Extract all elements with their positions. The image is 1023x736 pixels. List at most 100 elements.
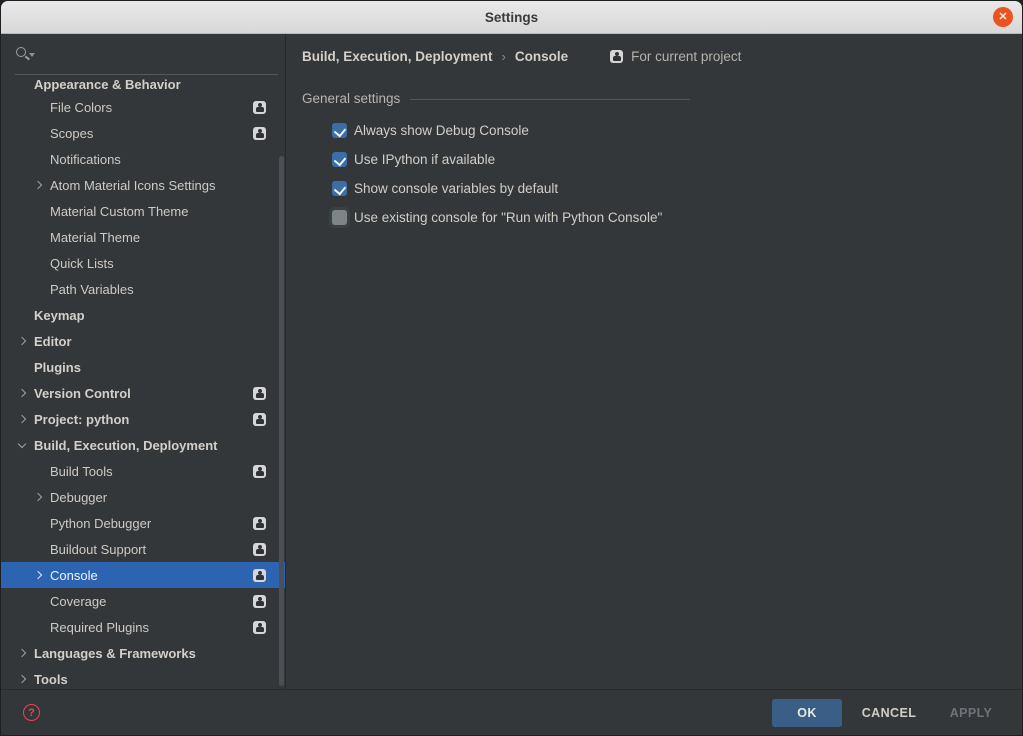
chevron-right-icon[interactable] xyxy=(34,181,42,189)
person-icon xyxy=(253,101,266,114)
checkbox-row-always-show-debug-console[interactable]: Always show Debug Console xyxy=(332,116,1022,145)
sidebar-item-label: Editor xyxy=(34,334,72,349)
sidebar-item-required-plugins[interactable]: Required Plugins xyxy=(1,614,285,640)
search-icon xyxy=(16,47,26,57)
breadcrumb-separator: › xyxy=(502,49,506,64)
sidebar-item-label: Build, Execution, Deployment xyxy=(34,438,217,453)
sidebar-item-coverage[interactable]: Coverage xyxy=(1,588,285,614)
chevron-right-icon[interactable] xyxy=(18,675,26,683)
sidebar-item-version-control[interactable]: Version Control xyxy=(1,380,285,406)
sidebar-item-debugger[interactable]: Debugger xyxy=(1,484,285,510)
section-title: General settings xyxy=(302,91,400,106)
scope-indicator: For current project xyxy=(610,49,741,64)
checkbox-checked-icon[interactable] xyxy=(332,181,347,196)
sidebar-item-material-custom-theme[interactable]: Material Custom Theme xyxy=(1,198,285,224)
sidebar-item-build-tools[interactable]: Build Tools xyxy=(1,458,285,484)
settings-tree: Appearance & Behavior File Colors Scopes No… xyxy=(1,77,285,692)
sidebar-item-label: Languages & Frameworks xyxy=(34,646,196,661)
sidebar-item-build-execution-deployment[interactable]: Build, Execution, Deployment xyxy=(1,432,285,458)
sidebar-item-plugins[interactable]: Plugins xyxy=(1,354,285,380)
sidebar-item-file-colors[interactable]: File Colors xyxy=(1,94,285,120)
sidebar-item-keymap[interactable]: Keymap xyxy=(1,302,285,328)
sidebar-item-label: Notifications xyxy=(50,152,121,167)
chevron-right-icon[interactable] xyxy=(18,649,26,657)
apply-button[interactable]: APPLY xyxy=(936,699,1006,727)
person-icon xyxy=(253,595,266,608)
sidebar-item-languages-frameworks[interactable]: Languages & Frameworks xyxy=(1,640,285,666)
checkbox-label: Show console variables by default xyxy=(354,181,558,196)
help-icon[interactable]: ? xyxy=(23,704,40,721)
sidebar-item-label: Atom Material Icons Settings xyxy=(50,178,215,193)
person-icon xyxy=(253,387,266,400)
sidebar-item-buildout-support[interactable]: Buildout Support xyxy=(1,536,285,562)
checkbox-unchecked-icon[interactable] xyxy=(332,210,347,225)
sidebar-item-label: Material Custom Theme xyxy=(50,204,188,219)
chevron-right-icon[interactable] xyxy=(18,415,26,423)
sidebar-item-label: Path Variables xyxy=(50,282,134,297)
person-icon xyxy=(253,621,266,634)
sidebar-item-notifications[interactable]: Notifications xyxy=(1,146,285,172)
sidebar-item-project-python[interactable]: Project: python xyxy=(1,406,285,432)
sidebar-item-label: Keymap xyxy=(34,308,85,323)
sidebar-item-material-theme[interactable]: Material Theme xyxy=(1,224,285,250)
close-icon[interactable]: ✕ xyxy=(993,7,1013,27)
sidebar-item-editor[interactable]: Editor xyxy=(1,328,285,354)
breadcrumb-current: Console xyxy=(515,49,568,64)
sidebar-item-label: Console xyxy=(50,568,98,583)
person-icon xyxy=(610,50,623,63)
sidebar-item-label: Debugger xyxy=(50,490,107,505)
sidebar-item-label: Coverage xyxy=(50,594,106,609)
sidebar-item-atom-material-icons-settings[interactable]: Atom Material Icons Settings xyxy=(1,172,285,198)
sidebar-item-quick-lists[interactable]: Quick Lists xyxy=(1,250,285,276)
checkbox-row-show-console-variables-by-default[interactable]: Show console variables by default xyxy=(332,174,1022,203)
settings-sidebar: Appearance & Behavior File Colors Scopes No… xyxy=(1,34,286,689)
checkbox-checked-icon[interactable] xyxy=(332,123,347,138)
sidebar-item-label: Plugins xyxy=(34,360,81,375)
sidebar-item-label: Material Theme xyxy=(50,230,140,245)
window-title: Settings xyxy=(485,10,538,25)
person-icon xyxy=(253,517,266,530)
search-area xyxy=(1,34,285,77)
breadcrumb-parent[interactable]: Build, Execution, Deployment xyxy=(302,49,493,64)
checkbox-checked-icon[interactable] xyxy=(332,152,347,167)
checkbox-label: Use existing console for "Run with Pytho… xyxy=(354,210,662,225)
checkbox-row-use-existing-console-for-run-with-python[interactable]: Use existing console for "Run with Pytho… xyxy=(332,203,1022,232)
checkbox-label: Always show Debug Console xyxy=(354,123,529,138)
sidebar-item-path-variables[interactable]: Path Variables xyxy=(1,276,285,302)
sidebar-item-label: File Colors xyxy=(50,100,112,115)
sidebar-scrollbar[interactable] xyxy=(279,156,284,686)
person-icon xyxy=(253,465,266,478)
sidebar-item-scopes[interactable]: Scopes xyxy=(1,120,285,146)
search-input[interactable] xyxy=(39,42,269,64)
title-bar: Settings ✕ xyxy=(1,1,1022,34)
checkbox-label: Use IPython if available xyxy=(354,152,495,167)
sidebar-item-label: Quick Lists xyxy=(50,256,114,271)
footer-bar: ? OK CANCEL APPLY xyxy=(1,689,1022,735)
chevron-right-icon[interactable] xyxy=(34,571,42,579)
sidebar-item-label: Build Tools xyxy=(50,464,113,479)
chevron-right-icon[interactable] xyxy=(34,493,42,501)
chevron-down-icon[interactable] xyxy=(18,439,26,447)
sidebar-item-label: Project: python xyxy=(34,412,129,427)
footer-buttons: OK CANCEL APPLY xyxy=(772,699,1006,727)
scope-label: For current project xyxy=(631,49,741,64)
person-icon xyxy=(253,569,266,582)
sidebar-item-label: Python Debugger xyxy=(50,516,151,531)
sidebar-item-python-debugger[interactable]: Python Debugger xyxy=(1,510,285,536)
chevron-right-icon[interactable] xyxy=(18,389,26,397)
sidebar-item-label: Version Control xyxy=(34,386,131,401)
sidebar-item-label: Required Plugins xyxy=(50,620,149,635)
chevron-right-icon[interactable] xyxy=(18,337,26,345)
checkbox-group: Always show Debug Console Use IPython if … xyxy=(332,116,1022,232)
sidebar-item-console[interactable]: Console xyxy=(1,562,285,588)
person-icon xyxy=(253,413,266,426)
sidebar-item-appearance-behavior[interactable]: Appearance & Behavior xyxy=(1,77,285,94)
chevron-down-icon xyxy=(29,53,35,57)
checkbox-row-use-ipython-if-available[interactable]: Use IPython if available xyxy=(332,145,1022,174)
settings-dialog: Settings ✕ Appearance & Behavior File Col… xyxy=(0,0,1023,736)
sidebar-item-label: Scopes xyxy=(50,126,93,141)
ok-button[interactable]: OK xyxy=(772,699,842,727)
breadcrumb: Build, Execution, Deployment › Console F… xyxy=(287,34,1022,66)
search-underline xyxy=(15,74,278,75)
cancel-button[interactable]: CANCEL xyxy=(854,699,924,727)
